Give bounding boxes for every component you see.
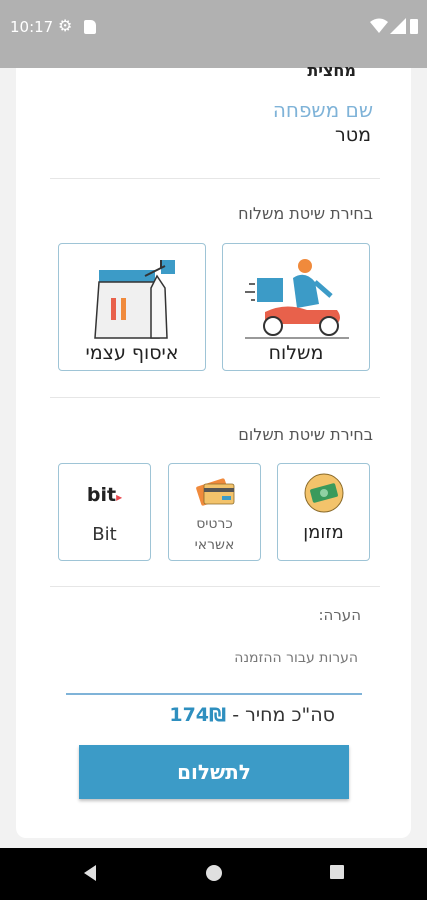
status-bar: 10:17 ⚙ (0, 0, 427, 68)
delivery-option-label: משלוח (268, 342, 324, 364)
divider (50, 586, 380, 587)
total-price-label: סה"כ מחיר - (232, 704, 335, 726)
last-name-label: שם משפחה (272, 98, 373, 122)
pay-button[interactable]: לתשלום (79, 745, 349, 799)
partial-field-text: מחצית (307, 61, 356, 80)
home-icon[interactable] (205, 864, 223, 882)
scooter-delivery-icon (245, 259, 349, 339)
divider (50, 178, 380, 179)
delivery-option-pickup[interactable]: איסוף עצמי (58, 243, 206, 371)
payment-section-title: בחירת שיטת תשלום (238, 425, 373, 444)
payment-option-cash[interactable]: מזומן (277, 463, 370, 561)
signal-icon (390, 18, 406, 34)
delivery-option-shipping[interactable]: משלוח (222, 243, 370, 371)
credit-card-option-label: כרטיס אשראי (169, 514, 260, 556)
last-name-value[interactable]: מטר (335, 124, 371, 146)
credit-card-label-line1: כרטיס (196, 516, 233, 532)
bit-logo-icon: bit▸ (86, 484, 123, 506)
back-icon[interactable] (82, 864, 98, 882)
sim-card-icon (84, 20, 96, 34)
order-note-input[interactable] (66, 643, 362, 695)
payment-option-credit-card[interactable]: כרטיס אשראי (168, 463, 261, 561)
wifi-icon (370, 18, 388, 33)
payment-option-bit[interactable]: bit▸ Bit (58, 463, 151, 561)
status-time: 10:17 (10, 18, 54, 36)
settings-gear-icon: ⚙ (58, 16, 73, 35)
takeaway-bag-icon (94, 260, 175, 339)
battery-icon (410, 19, 418, 34)
credit-card-label-line2: אשראי (194, 537, 235, 553)
delivery-section-title: בחירת שיטת משלוח (238, 204, 373, 223)
recents-icon[interactable] (329, 864, 345, 880)
checkout-card: מחצית שם משפחה מטר בחירת שיטת משלוח משלו… (16, 61, 411, 838)
total-price: סה"כ מחיר - 174₪ (169, 704, 335, 726)
credit-card-icon (196, 478, 235, 506)
divider (50, 397, 380, 398)
total-price-amount: 174₪ (169, 704, 227, 726)
cash-option-label: מזומן (303, 522, 344, 543)
pickup-option-label: איסוף עצמי (85, 342, 179, 364)
android-nav-bar (0, 848, 427, 900)
note-label: הערה: (318, 606, 361, 624)
bit-option-label: Bit (92, 524, 117, 545)
cash-icon (304, 473, 344, 513)
